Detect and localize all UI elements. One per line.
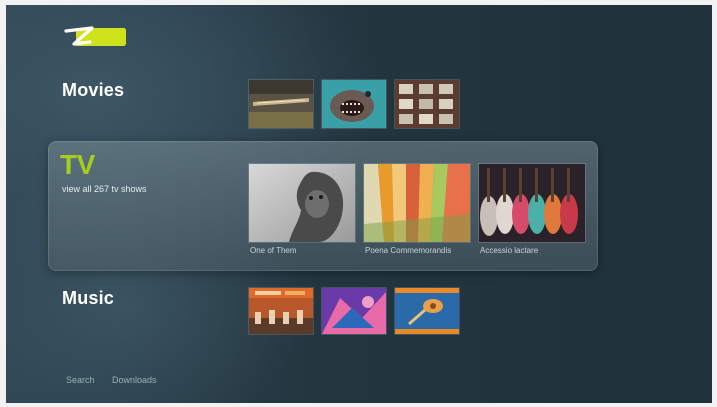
music-thumbnail-2[interactable] [321,287,387,335]
music-thumbnail-3-image [395,288,459,334]
movie-thumbnail-2[interactable] [321,79,387,129]
music-thumbnail-1[interactable] [248,287,314,335]
view-all-tv-shows-link[interactable]: view all 267 tv shows [62,184,147,194]
downloads-link[interactable]: Downloads [112,375,157,385]
tv-show-thumbnail-1[interactable] [248,163,356,243]
music-thumbnail-1-image [249,288,313,334]
tv-show-thumbnail-2-image [364,164,470,242]
tv-show-thumbnail-1-image [249,164,355,242]
movie-thumbnail-1-image [249,80,313,128]
tv-show-caption-1: One of Them [250,246,297,255]
zune-logo [64,26,126,46]
music-thumbnail-3[interactable] [394,287,460,335]
search-link[interactable]: Search [66,375,95,385]
movie-thumbnail-3-image [395,80,459,128]
tv-show-thumbnail-3[interactable] [478,163,586,243]
category-music[interactable]: Music [62,288,114,309]
tv-show-caption-3: Accessio lactare [480,246,539,255]
movie-thumbnail-2-image [322,80,386,128]
media-center-screen: Movies TV view all 267 tv shows One of T… [6,5,712,403]
movie-thumbnail-3[interactable] [394,79,460,129]
category-movies[interactable]: Movies [62,80,124,101]
tv-show-thumbnail-2[interactable] [363,163,471,243]
tv-show-thumbnail-3-image [479,164,585,242]
movie-thumbnail-1[interactable] [248,79,314,129]
category-tv[interactable]: TV [60,149,95,181]
music-thumbnail-2-image [322,288,386,334]
tv-show-caption-2: Poena Commemorandis [365,246,452,255]
